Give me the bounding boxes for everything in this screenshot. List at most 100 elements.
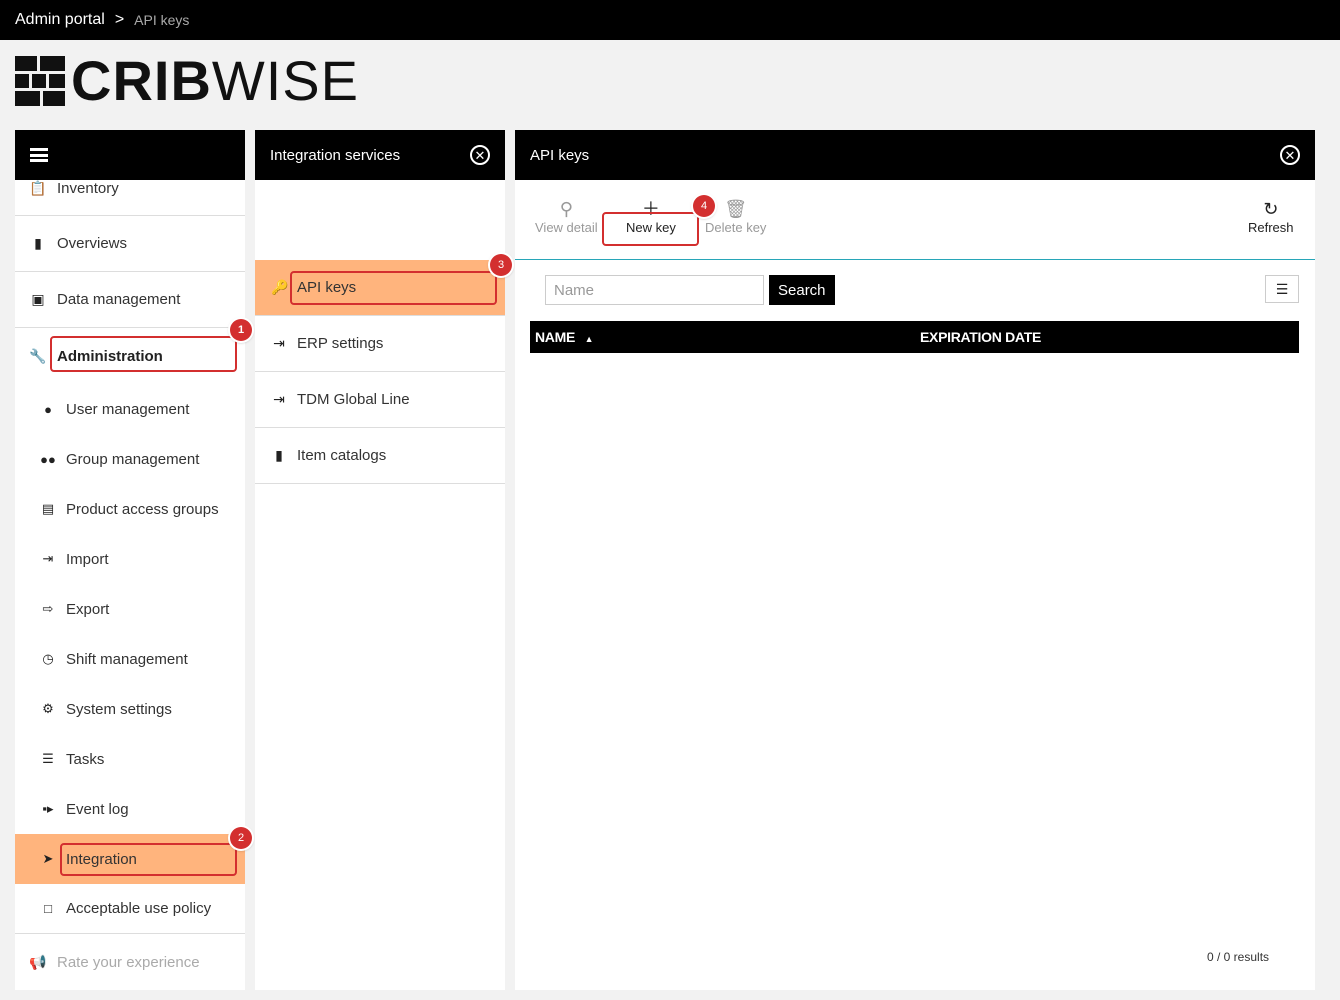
step-badge-1: 1 [230,319,252,341]
sub-item-label: User management [66,400,190,418]
list-icon: ☰ [42,751,54,766]
sub-item-label: Export [66,600,110,618]
paper-plane-icon: ➤ [42,851,54,866]
close-icon[interactable]: ✕ [1280,145,1300,165]
nav-item-label: Inventory [57,180,119,197]
sub-item-event-log[interactable]: ▪▸ Event log [15,784,245,834]
nav-item-overviews[interactable]: ▮ Overviews [15,216,245,272]
cribwise-logo: CRIBWISE [15,53,359,109]
integration-item-erp-settings[interactable]: ⇥ ERP settings [255,316,505,372]
column-header-expiration-date[interactable]: EXPIRATION DATE [920,329,1041,345]
column-list-icon[interactable]: ☰ [1265,275,1299,303]
briefcase-icon: ▣ [31,291,45,307]
sub-item-acceptable-use-policy[interactable]: □ Acceptable use policy [15,884,245,934]
sub-item-label: Tasks [66,750,105,768]
top-bar: Admin portal > API keys [0,0,1340,40]
import-icon: ⇥ [42,551,54,566]
nav-item-label: Data management [57,291,181,308]
search-button[interactable]: Search [769,275,835,305]
refresh-icon: ↻ [1263,199,1279,219]
sub-item-shift-management[interactable]: ◷ Shift management [15,634,245,684]
list-box-icon: ▤ [41,501,55,516]
video-icon: ▪▸ [42,801,54,816]
hamburger-menu-icon[interactable] [30,148,48,162]
integration-services-panel: Integration services ✕ 🔑 API keys 3 ⇥ ER… [255,130,512,990]
column-header-name-label: NAME [535,329,576,345]
logo-text-bold: CRIB [71,49,212,112]
logo-text: CRIBWISE [71,53,359,109]
sub-item-product-access-groups[interactable]: ▤ Product access groups [15,484,245,534]
tool-label: Refresh [1248,220,1294,235]
clock-icon: ◷ [42,651,54,666]
sub-item-tasks[interactable]: ☰ Tasks [15,734,245,784]
sub-item-group-management[interactable]: ●● Group management [15,434,245,484]
sub-item-label: Group management [66,450,200,468]
sub-item-label: System settings [66,700,172,718]
nav-item-administration[interactable]: 🔧 Administration 1 [15,319,252,384]
close-icon[interactable]: ✕ [470,145,490,165]
sub-item-import[interactable]: ⇥ Import [15,534,245,584]
highlight-box-1 [50,336,237,372]
step-badge-2: 2 [230,827,252,849]
rate-experience-label: Rate your experience [57,953,200,971]
sub-item-label: Shift management [66,650,188,668]
column-header-name[interactable]: NAME ▲ [530,329,920,345]
search-row: Search [545,275,835,305]
integration-item-label: Item catalogs [297,447,387,464]
sub-item-export[interactable]: ⇨ Export [15,584,245,634]
api-keys-header: API keys ✕ [515,130,1315,180]
users-icon: ●● [40,451,56,467]
breadcrumb-separator: > [114,11,125,28]
highlight-box-2 [60,843,237,876]
integration-item-tdm-global-line[interactable]: ⇥ TDM Global Line [255,372,505,428]
integration-item-label: ERP settings [297,335,384,352]
nav-item-inventory[interactable]: 📋 Inventory [15,180,245,216]
main-navigation: 📋 Inventory ▮ Overviews ▣ Data managemen… [15,130,252,990]
sub-item-label: Acceptable use policy [66,900,212,917]
sub-item-system-settings[interactable]: ⚙ System settings [15,684,245,734]
sub-item-integration[interactable]: ➤ Integration 2 [15,827,252,884]
file-import-icon: ⇥ [273,335,285,351]
bar-chart-icon: ▮ [34,235,42,251]
sort-ascending-icon: ▲ [584,334,594,344]
sub-item-user-management[interactable]: ● User management [15,384,245,434]
step-badge-3: 3 [490,254,512,276]
trash-icon: 🗑 [724,199,748,219]
refresh-button[interactable]: ↻ Refresh [1248,198,1294,235]
sub-item-label: Product access groups [66,500,219,518]
nav-item-data-management[interactable]: ▣ Data management [15,272,245,328]
integration-item-api-keys[interactable]: 🔑 API keys 3 [255,254,512,316]
user-icon: ● [44,401,52,417]
name-search-input[interactable] [545,275,764,305]
delete-key-button[interactable]: 🗑 Delete key [705,198,766,235]
highlight-box-3 [290,271,497,305]
integration-services-header: Integration services ✕ [255,130,505,180]
wrench-icon: 🔧 [29,347,47,364]
sub-item-label: Import [66,550,109,568]
panel-title: API keys [530,146,590,164]
key-icon: 🔑 [271,279,289,295]
logo-text-light: WISE [211,49,360,112]
highlight-box-4 [602,212,699,246]
tool-label: Delete key [705,220,767,235]
tool-label: View detail [535,220,598,235]
breadcrumb-admin-portal[interactable]: Admin portal [15,11,105,29]
results-count: 0 / 0 results [1207,950,1270,964]
nav-header [15,130,245,180]
integration-item-item-catalogs[interactable]: ▮ Item catalogs [255,428,505,484]
clipboard-icon: 📋 [29,180,47,196]
export-icon: ⇨ [42,601,54,616]
api-keys-panel: API keys ✕ ⚲ View detail ＋ New key 4 🗑 D… [515,130,1315,990]
file-import-icon: ⇥ [273,391,285,407]
nav-item-label: Overviews [57,235,128,252]
gear-icon: ⚙ [42,701,54,716]
logo-mark-icon [15,56,65,106]
rate-experience-button[interactable]: 📢 Rate your experience [15,934,245,990]
breadcrumb-current: API keys [134,12,190,28]
book-icon: ▮ [275,447,283,463]
api-keys-toolbar: ⚲ View detail ＋ New key 4 🗑 Delete key ↻… [515,180,1315,260]
view-detail-button[interactable]: ⚲ View detail [535,198,598,235]
table-header: NAME ▲ EXPIRATION DATE [530,321,1299,353]
panel-title: Integration services [270,146,401,164]
